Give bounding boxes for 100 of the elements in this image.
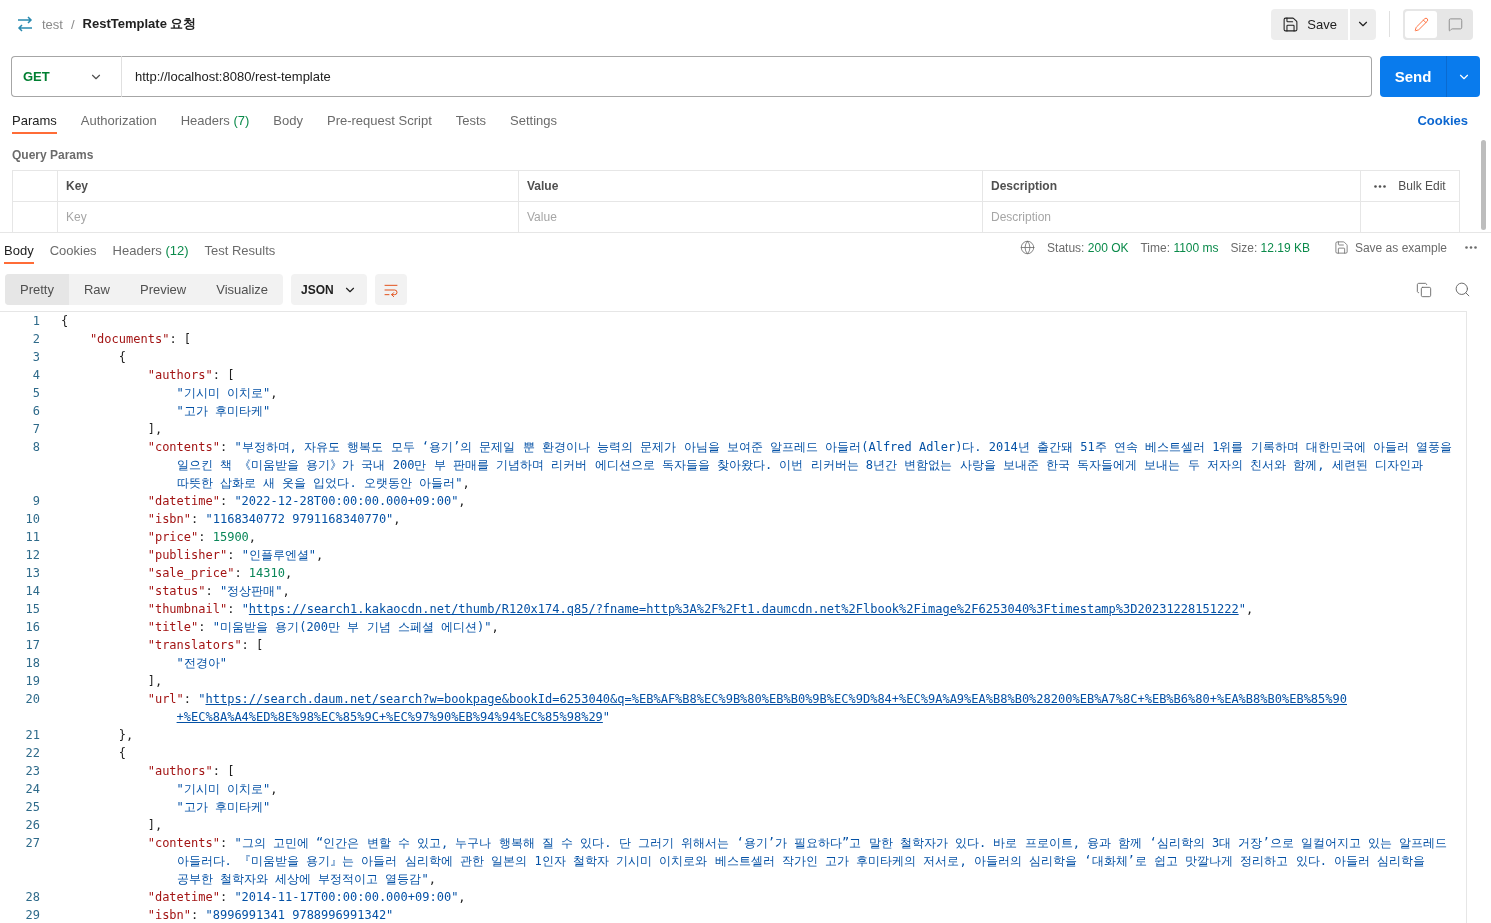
line-number: 7 bbox=[31, 421, 40, 438]
line-number: 10 bbox=[24, 511, 40, 528]
request-tab[interactable]: Body bbox=[273, 113, 303, 134]
json-punctuation: , bbox=[458, 889, 466, 906]
view-mode-tab[interactable]: Visualize bbox=[201, 274, 284, 305]
bulk-edit-button[interactable]: Bulk Edit bbox=[1361, 171, 1460, 202]
globe-icon bbox=[1020, 240, 1036, 255]
wrap-button[interactable] bbox=[375, 274, 408, 305]
json-string: "정상판매" bbox=[219, 583, 283, 600]
line-number: 19 bbox=[24, 673, 40, 690]
json-string: 따뜻한 삽화로 새 옷을 입었다. 오랫동안 아들러" bbox=[176, 475, 463, 492]
comment-icon bbox=[1447, 16, 1463, 32]
json-string: "2022-12-28T00:00:00.000+09:00" bbox=[234, 493, 459, 510]
edit-button[interactable] bbox=[1405, 10, 1437, 38]
json-punctuation: , bbox=[282, 583, 290, 600]
json-key: "sale_price" bbox=[147, 564, 235, 582]
response-tab[interactable]: Test Results bbox=[204, 243, 276, 264]
json-link[interactable]: https://search.daum.net/search?w=bookpage&bookId=6253040&q=%EB%AF%B8%EC%9B%80%EB%B0%9B%EC%9D%84+%EC%9A%A9%EA%B8%B0%28200%EB%A7%8C+%EB%B6%80+%EA%B8%B0%EB%85%90 bbox=[205, 690, 1347, 708]
breadcrumb-link[interactable]: test bbox=[42, 16, 63, 32]
search-button[interactable] bbox=[1454, 281, 1471, 298]
line-number: 13 bbox=[24, 565, 40, 582]
section-title: Query Params bbox=[12, 148, 95, 162]
json-punctuation: { bbox=[118, 349, 127, 366]
line-number: 18 bbox=[24, 655, 40, 672]
json-punctuation: , bbox=[1245, 601, 1254, 618]
send-menu-button[interactable] bbox=[1447, 56, 1480, 97]
request-tab[interactable]: Params bbox=[12, 113, 57, 134]
json-key: "isbn" bbox=[147, 906, 192, 923]
more-button[interactable] bbox=[1465, 246, 1477, 249]
view-mode-tab[interactable]: Raw bbox=[68, 274, 125, 305]
json-string: " bbox=[602, 709, 611, 726]
save-button[interactable]: Save bbox=[1271, 8, 1348, 40]
copy-button[interactable] bbox=[1416, 281, 1432, 298]
line-number: 9 bbox=[31, 493, 40, 510]
json-key: "datetime" bbox=[147, 492, 220, 510]
url-field[interactable]: http://localhost:8080/rest-template bbox=[121, 56, 1372, 97]
json-punctuation: , bbox=[428, 871, 436, 888]
json-string: 아들러다. 『미움받을 용기』는 아들러 심리학에 관한 일본의 1인자 철학자 기시미 이치로와 베스트셀러 작가인 고가 후미타케의 저서로, 아들러의 심리학을 ‘대화체’로 쉽고 맛깔나게 정리하고 있다. 아들러 심리학을 bbox=[176, 853, 1426, 870]
request-tab[interactable]: Headers (7) bbox=[180, 113, 250, 134]
response-stat: Status: 200 OK bbox=[1047, 240, 1129, 255]
line-number: 3 bbox=[31, 349, 40, 366]
json-string: " bbox=[1238, 601, 1246, 618]
breadcrumb-separator: / bbox=[70, 16, 75, 32]
json-punctuation: , bbox=[270, 781, 278, 798]
more-icon bbox=[1465, 246, 1477, 249]
scrollbar[interactable] bbox=[1481, 140, 1486, 230]
response-tab[interactable]: Cookies bbox=[49, 243, 97, 264]
line-number: 23 bbox=[24, 763, 40, 780]
json-string: 일으킨 책 《미움받을 용기》가 국내 200만 부 판매를 기념하며 리커버 에디션으로 독자들을 찾아왔다. 이번 리커버는 8년간 변함없는 사랑을 보내준 한국 독자들에게 보내는 두 저자의 친서와 함께, 세련된 디자인과 bbox=[176, 457, 1423, 474]
request-tab[interactable]: Settings bbox=[510, 113, 558, 134]
line-number: 5 bbox=[31, 385, 40, 402]
json-punctuation: : bbox=[219, 493, 229, 510]
format-select[interactable]: JSON bbox=[291, 274, 368, 305]
json-key: "status" bbox=[147, 582, 206, 600]
send-button[interactable]: Send bbox=[1380, 56, 1447, 97]
line-number: 27 bbox=[24, 835, 40, 852]
json-punctuation: : bbox=[227, 601, 236, 618]
json-key: "contents" bbox=[147, 438, 220, 456]
json-string: "그의 고민에 “인간은 변할 수 있고, 누구나 행복해 질 수 있다. 단 그러기 위해서는 ‘용기’가 필요하다”고 말한 철학자가 있다. 바로 프로이트, 융과 함께 ‘심리학의 3대 거장’으로 일컬어지고 있는 알프레드 bbox=[234, 835, 1448, 852]
save-icon bbox=[1282, 15, 1300, 33]
request-tab[interactable]: Pre-request Script bbox=[327, 113, 432, 134]
view-mode-tab[interactable]: Pretty bbox=[5, 274, 69, 305]
json-punctuation: : bbox=[205, 583, 214, 600]
save-menu-button[interactable] bbox=[1350, 8, 1376, 40]
json-punctuation: : bbox=[219, 889, 229, 906]
more-icon bbox=[1374, 184, 1387, 188]
json-string: "고가 후미타케" bbox=[176, 799, 271, 816]
json-punctuation: : bbox=[198, 529, 207, 546]
request-tab[interactable]: Tests bbox=[455, 113, 487, 134]
json-link[interactable]: https://search1.kakaocdn.net/thumb/R120x174.q85/?fname=http%3A%2F%2Ft1.daumcdn.net%2Flbook%2Fimage%2F6253040%3Ftimestamp%3D20231228151222 bbox=[248, 600, 1239, 618]
line-number: 12 bbox=[24, 547, 40, 564]
json-link[interactable]: +%EC%8A%A4%ED%8E%98%EC%85%9C+%EC%97%90%EB%94%94%EC%85%98%29 bbox=[176, 708, 603, 726]
line-number: 16 bbox=[24, 619, 40, 636]
response-stat: Time: 1100 ms bbox=[1140, 240, 1219, 255]
save-example-button[interactable]: Save as example bbox=[1327, 239, 1453, 256]
json-key: "authors" bbox=[147, 366, 213, 384]
method-select[interactable]: GET bbox=[11, 56, 121, 97]
line-number: 15 bbox=[24, 601, 40, 618]
json-string: "기시미 이치로" bbox=[176, 781, 271, 798]
json-punctuation: ], bbox=[147, 421, 163, 438]
view-mode-tab[interactable]: Preview bbox=[125, 274, 202, 305]
json-punctuation: , bbox=[284, 565, 293, 582]
response-tab[interactable]: Headers (12) bbox=[112, 243, 189, 264]
json-key: "datetime" bbox=[147, 888, 220, 906]
json-number: 14310 bbox=[248, 565, 285, 582]
line-number: 8 bbox=[31, 439, 40, 456]
response-tab[interactable]: Body bbox=[4, 243, 34, 264]
json-punctuation: : [ bbox=[241, 637, 264, 654]
json-punctuation: : bbox=[183, 691, 193, 708]
json-string: "1168340772 9791168340770" bbox=[205, 511, 394, 528]
json-string: "인플루엔셜" bbox=[241, 547, 317, 564]
json-punctuation: , bbox=[316, 547, 324, 564]
json-punctuation: : [ bbox=[169, 331, 192, 348]
request-tab[interactable]: Authorization bbox=[80, 113, 157, 134]
cookies-link[interactable]: Cookies bbox=[1417, 113, 1468, 134]
json-punctuation: : [ bbox=[212, 367, 235, 384]
line-number: 21 bbox=[24, 727, 40, 744]
line-number: 11 bbox=[24, 529, 40, 546]
json-string: "2014-11-17T00:00:00.000+09:00" bbox=[234, 889, 459, 906]
json-string: "기시미 이치로" bbox=[176, 385, 271, 402]
